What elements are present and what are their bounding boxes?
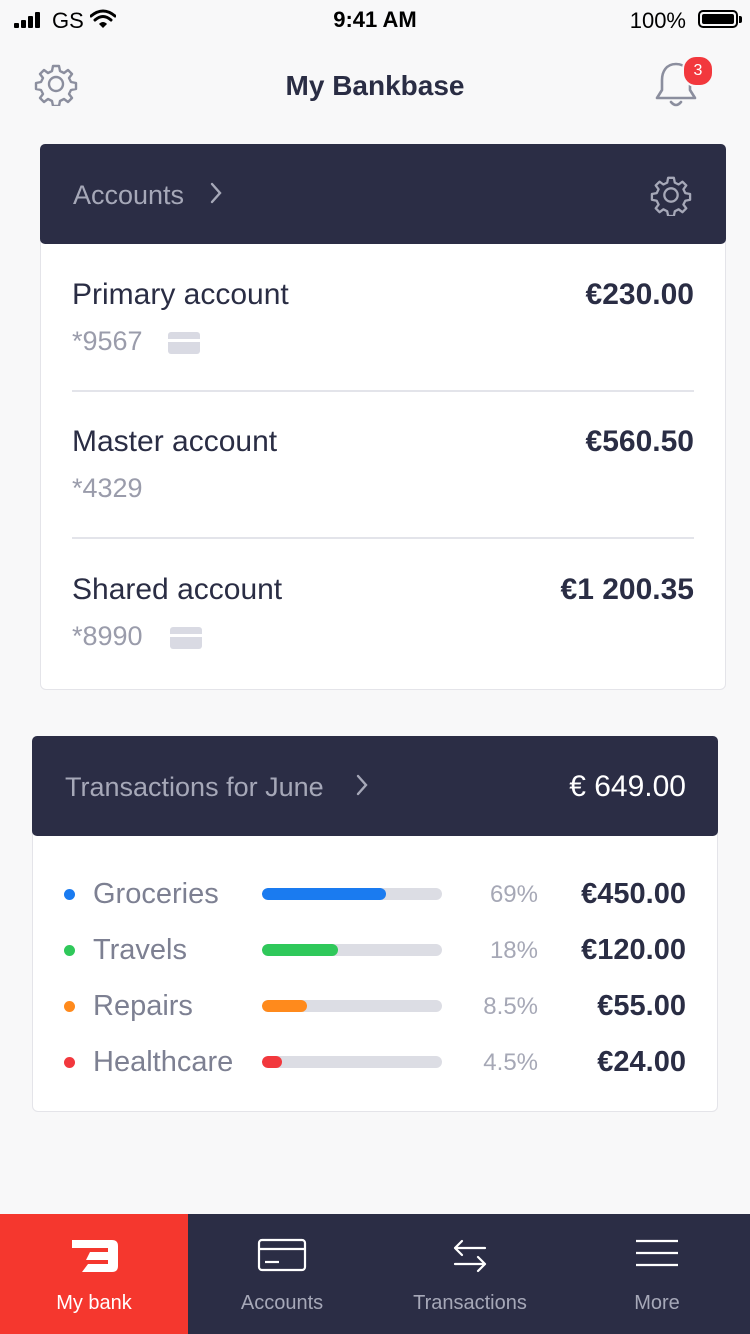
page-title: My Bankbase (285, 70, 465, 101)
transfer-arrows-icon (453, 1239, 487, 1273)
accounts-settings-gear-icon[interactable] (650, 174, 692, 216)
menu-icon (636, 1239, 678, 1267)
tab-more[interactable]: More (564, 1214, 750, 1334)
category-row-travels[interactable]: Travels 18% €120.00 (64, 924, 686, 980)
account-row-shared[interactable]: Shared account €1 200.35 *8990 (72, 539, 694, 687)
account-balance: €1 200.35 (560, 573, 694, 606)
category-percent: 4.5% (483, 1049, 538, 1076)
account-balance: €230.00 (585, 278, 694, 311)
battery-icon (698, 10, 742, 28)
category-amount: €120.00 (581, 934, 686, 966)
card-icon (257, 1238, 307, 1272)
category-percent: 18% (489, 937, 538, 964)
category-dot (64, 1001, 75, 1012)
tab-accounts[interactable]: Accounts (188, 1214, 376, 1334)
category-name: Travels (93, 934, 187, 966)
category-row-repairs[interactable]: Repairs 8.5% €55.00 (64, 980, 686, 1036)
battery-percent: 100% (629, 8, 686, 33)
category-name: Healthcare (93, 1046, 234, 1078)
tab-my-bank[interactable]: My bank (0, 1214, 188, 1334)
card-icon (168, 332, 200, 354)
category-percent: 69% (489, 881, 538, 908)
bottom-tab-bar: My bank Accounts Transactions More (0, 1214, 750, 1334)
accounts-title: Accounts (73, 180, 185, 210)
tab-label: More (634, 1292, 680, 1314)
card-icon (170, 627, 202, 649)
category-dot (64, 1057, 75, 1068)
account-name: Primary account (72, 278, 289, 311)
category-progress-bar (262, 944, 442, 956)
category-amount: €55.00 (597, 990, 686, 1022)
status-bar: GS 9:41 AM 100% (0, 0, 750, 40)
account-number: *9567 (72, 326, 143, 356)
tab-transactions[interactable]: Transactions (376, 1214, 564, 1334)
account-name: Shared account (72, 573, 283, 606)
category-dot (64, 945, 75, 956)
category-amount: €24.00 (597, 1046, 686, 1078)
category-progress-bar (262, 1000, 442, 1012)
chevron-right-icon (210, 182, 222, 204)
account-name: Master account (72, 425, 278, 458)
category-amount: €450.00 (581, 878, 686, 910)
tab-label: Accounts (240, 1292, 324, 1314)
account-row-primary[interactable]: Primary account €230.00 *9567 (72, 244, 694, 392)
category-progress-bar (262, 1056, 442, 1068)
account-number: *4329 (72, 473, 143, 503)
category-name: Repairs (93, 990, 193, 1022)
account-row-master[interactable]: Master account €560.50 *4329 (72, 391, 694, 539)
transactions-header[interactable]: Transactions for June € 649.00 (32, 736, 718, 836)
chevron-right-icon (356, 774, 368, 796)
tab-label: My bank (56, 1292, 132, 1314)
category-dot (64, 889, 75, 900)
category-name: Groceries (93, 878, 219, 910)
category-percent: 8.5% (483, 993, 538, 1020)
tab-label: Transactions (413, 1292, 527, 1314)
account-balance: €560.50 (585, 425, 694, 458)
notification-badge: 3 (682, 55, 714, 87)
category-progress-bar (262, 888, 442, 900)
transactions-title: Transactions for June (65, 772, 324, 802)
category-row-groceries[interactable]: Groceries 69% €450.00 (64, 868, 686, 924)
account-number: *8990 (72, 621, 143, 651)
accounts-header[interactable]: Accounts (40, 144, 726, 244)
category-row-healthcare[interactable]: Healthcare 4.5% €24.00 (64, 1036, 686, 1092)
transactions-total: € 649.00 (569, 770, 686, 803)
bank-logo-icon (72, 1240, 118, 1272)
